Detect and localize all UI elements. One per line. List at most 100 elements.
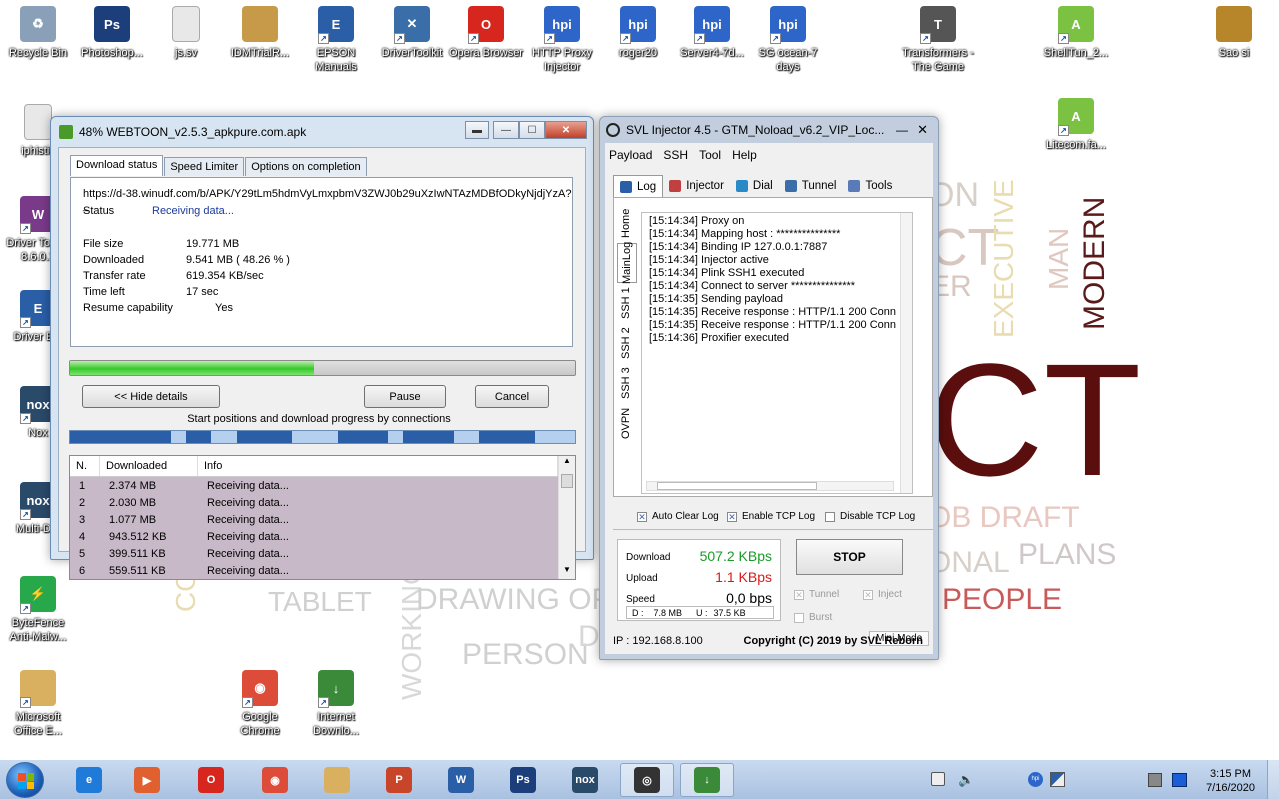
wallpaper-word: CT (928, 330, 1142, 509)
minimize-icon[interactable]: — (896, 123, 908, 137)
auto-clear-log-checkbox[interactable]: ✕ Auto Clear Log (637, 511, 719, 522)
tray-app-icon[interactable] (1050, 772, 1065, 787)
desktop-icon[interactable]: O ↗ Opera Browser (448, 6, 524, 60)
table-row[interactable]: 5 399.511 KB Receiving data... (70, 545, 575, 562)
desktop-icon[interactable]: E ↗ EPSON Manuals (298, 6, 374, 74)
table-row[interactable]: 2 2.030 MB Receiving data... (70, 494, 575, 511)
start-button[interactable] (6, 762, 44, 798)
svl-tab[interactable]: Injector (663, 175, 730, 197)
taskbar-opera-button[interactable]: O (184, 763, 238, 797)
wallpaper-word: DRAWING OFF (416, 583, 629, 616)
svl-tab[interactable]: Tools (842, 175, 898, 197)
desktop-icon[interactable]: ↓ ↗ Internet Downlo... (298, 670, 374, 738)
desktop-icon[interactable]: A ↗ Litecom.fa... (1038, 98, 1114, 152)
svl-tab[interactable]: Log (613, 175, 664, 197)
inject-option[interactable]: ✕ Inject (863, 589, 902, 600)
log-side-tab[interactable]: OVPN (617, 403, 635, 443)
burst-option[interactable]: Burst (794, 612, 832, 623)
log-horizontal-scrollbar[interactable] (646, 481, 894, 491)
cancel-button[interactable]: Cancel (475, 385, 549, 408)
desktop-icon-label: Transformers - The Game (902, 47, 974, 73)
volume-icon[interactable]: 🔈 (958, 772, 974, 788)
taskbar-chrome-button[interactable]: ◉ (248, 763, 302, 797)
menu-payload[interactable]: Payload (609, 148, 652, 162)
svl-titlebar[interactable]: SVL Injector 4.5 - GTM_Noload_v6.2_VIP_L… (600, 117, 938, 143)
disable-tcp-log-checkbox[interactable]: Disable TCP Log (825, 511, 915, 522)
column-header-downloaded[interactable]: Downloaded (100, 456, 198, 476)
hide-details-button[interactable]: << Hide details (82, 385, 220, 408)
desktop-icon-label: Sao si (1218, 47, 1250, 59)
desktop-icon[interactable]: Sao si (1196, 6, 1272, 60)
log-side-tab[interactable]: SSH 2 (617, 323, 635, 363)
desktop-icon[interactable]: hpi ↗ SG ocean-7 days (750, 6, 826, 74)
idm-title: 48% WEBTOON_v2.5.3_apkpure.com.apk (79, 125, 307, 139)
desktop-icon[interactable]: ♻ Recycle Bin (0, 6, 76, 60)
taskbar-explorer-button[interactable] (310, 763, 364, 797)
table-row[interactable]: 6 559.511 KB Receiving data... (70, 562, 575, 579)
desktop-icon[interactable]: ✕ ↗ DriverToolkit (374, 6, 450, 60)
log-side-tab[interactable]: SSH 1 (617, 283, 635, 323)
log-side-tab[interactable]: SSH 3 (617, 363, 635, 403)
system-clock[interactable]: 3:15 PM 7/16/2020 (1206, 767, 1255, 795)
tab-icon (735, 180, 748, 192)
tab-download-status[interactable]: Download status (70, 155, 164, 176)
desktop-icon[interactable]: ↗ Microsoft Office E... (0, 670, 76, 738)
desktop-icon[interactable]: hpi ↗ HTTP Proxy Injector (524, 6, 600, 74)
taskbar-svl-button[interactable]: ◎ (620, 763, 674, 797)
table-row[interactable]: 3 1.077 MB Receiving data... (70, 511, 575, 528)
connections-scrollbar[interactable]: ▲ ▼ (558, 456, 575, 579)
log-vertical-scrollbar[interactable] (900, 213, 912, 493)
tab-speed-limiter[interactable]: Speed Limiter (164, 157, 245, 176)
taskbar-photoshop-button[interactable]: Ps (496, 763, 550, 797)
desktop-icon[interactable]: hpi ↗ Server4-7d... (674, 6, 750, 60)
shortcut-arrow-icon: ↗ (318, 697, 329, 708)
tunnel-option[interactable]: ✕ Tunnel (794, 589, 839, 600)
taskbar-media-button[interactable]: ▶ (120, 763, 174, 797)
desktop-icon[interactable]: Ps Photoshop... (74, 6, 150, 60)
enable-tcp-log-checkbox[interactable]: ✕ Enable TCP Log (727, 511, 815, 522)
desktop-icon[interactable]: ◉ ↗ Google Chrome (222, 670, 298, 738)
menu-ssh[interactable]: SSH (663, 148, 688, 162)
ie-icon: e (76, 767, 102, 793)
desktop-icon[interactable]: IDMTrialR... (222, 6, 298, 60)
network-tray-icon[interactable] (931, 772, 945, 786)
desktop-icon[interactable]: hpi ↗ roger20 (600, 6, 676, 60)
tab-options-on-completion[interactable]: Options on completion (245, 157, 367, 176)
log-side-tab[interactable]: Home (617, 203, 635, 243)
stop-button[interactable]: STOP (796, 539, 903, 575)
maximize-icon[interactable]: ☐ (519, 121, 545, 139)
svl-tab[interactable]: Tunnel (779, 175, 843, 197)
taskbar-ie-button[interactable]: e (62, 763, 116, 797)
idm-tray-icon[interactable]: ▬ (465, 121, 489, 139)
d-label: D : (632, 607, 644, 618)
close-icon[interactable]: ✕ (545, 121, 587, 139)
taskbar-powerpoint-button[interactable]: P (372, 763, 426, 797)
taskbar-idm-button[interactable]: ↓ (680, 763, 734, 797)
svl-tab[interactable]: Dial (730, 175, 779, 197)
table-row[interactable]: 1 2.374 MB Receiving data... (70, 477, 575, 494)
menu-help[interactable]: Help (732, 148, 757, 162)
pause-button[interactable]: Pause (364, 385, 446, 408)
desktop-icon[interactable]: ⚡ ↗ ByteFence Anti-Malw... (0, 576, 76, 644)
log-side-tab[interactable]: MainLog (617, 242, 637, 284)
tray-square-icon[interactable] (1148, 773, 1162, 787)
close-icon[interactable]: ✕ (917, 122, 928, 138)
desktop-icon[interactable]: js.sv (148, 6, 224, 60)
menu-tool[interactable]: Tool (699, 148, 721, 162)
show-desktop-button[interactable] (1267, 760, 1279, 799)
table-row[interactable]: 4 943.512 KB Receiving data... (70, 528, 575, 545)
desktop-icon-label: roger20 (619, 47, 657, 59)
taskbar-nox-button[interactable]: nox (558, 763, 612, 797)
hpi-tray-icon[interactable]: hpi (1028, 772, 1043, 787)
display-tray-icon[interactable] (1172, 773, 1187, 787)
desktop-icon-label: HTTP Proxy Injector (532, 47, 592, 73)
minimize-icon[interactable]: — (493, 121, 519, 139)
column-header-n[interactable]: N. (70, 456, 100, 476)
wallpaper-word: MODERN (1078, 196, 1111, 330)
taskbar-word-button[interactable]: W (434, 763, 488, 797)
desktop-icon-label: Photoshop... (81, 47, 143, 59)
table-cell: 943.512 KB (109, 530, 167, 543)
desktop-icon[interactable]: T ↗ Transformers - The Game (900, 6, 976, 74)
column-header-info[interactable]: Info (198, 456, 558, 476)
desktop-icon[interactable]: A ↗ ShellTun_2... (1038, 6, 1114, 60)
